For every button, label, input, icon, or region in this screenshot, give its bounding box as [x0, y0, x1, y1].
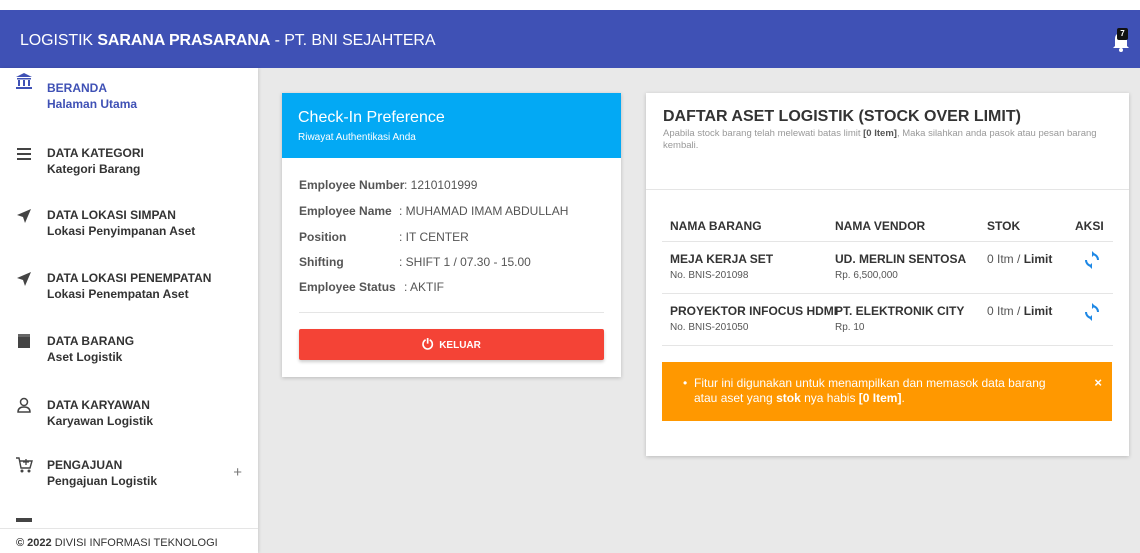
item-code: No. BNIS-201098: [670, 270, 749, 281]
position-row: Position: IT CENTER: [299, 230, 469, 244]
refresh-restock-button[interactable]: [1082, 302, 1102, 322]
column-header-aksi: AKSI: [1075, 219, 1104, 233]
sidebar-item-title: DATA LOKASI PENEMPATAN: [47, 271, 212, 285]
shifting-row: Shifting: SHIFT 1 / 07.30 - 15.00: [299, 255, 531, 269]
employee-number-row: Employee Number: 1210101999: [299, 178, 478, 192]
checkin-title: Check-In Preference: [298, 109, 445, 126]
sidebar-item-subtitle: Lokasi Penempatan Aset: [47, 287, 189, 301]
item-name: MEJA KERJA SET: [670, 252, 774, 266]
alert-text: Fitur ini digunakan untuk menampilkan da…: [694, 376, 1046, 405]
sidebar-footer: © 2022 DIVISI INFORMASI TEKNOLOGI: [0, 528, 258, 553]
logout-button[interactable]: ⏻ KELUAR: [299, 329, 604, 360]
employee-status-row: Employee Status: AKTIF: [299, 280, 445, 294]
sidebar-item-pengajuan[interactable]: PENGAJUAN Pengajuan Logistik +: [0, 446, 258, 504]
item-name: PROYEKTOR INFOCUS HDMI: [670, 304, 838, 318]
sidebar-item-subtitle: Kategori Barang: [47, 162, 141, 176]
sidebar-item-data-karyawan[interactable]: DATA KARYAWAN Karyawan Logistik: [0, 384, 258, 442]
send-icon: [15, 207, 33, 225]
table-row: MEJA KERJA SET No. BNIS-201098 UD. MERLI…: [662, 241, 1113, 293]
app-title: LOGISTIK SARANA PRASARANA - PT. BNI SEJA…: [20, 32, 436, 49]
alert-bullet: •: [683, 376, 688, 390]
checkin-preference-card: Check-In Preference Riwayat Authentikasi…: [282, 93, 621, 377]
sidebar-item-title: DATA KATEGORI: [47, 146, 144, 160]
sidebar-item-title: DATA LOKASI SIMPAN: [47, 208, 176, 222]
notification-bell-button[interactable]: 7: [1112, 28, 1130, 52]
column-header-nama-vendor[interactable]: NAMA VENDOR: [835, 219, 925, 233]
person-icon: [15, 396, 33, 414]
cart-icon: [15, 456, 33, 474]
sidebar-item-subtitle: Aset Logistik: [47, 350, 123, 364]
stock-quantity: 0 Itm / Limit: [987, 304, 1053, 318]
info-alert: • Fitur ini digunakan untuk menampilkan …: [662, 362, 1112, 421]
sidebar-item-data-lokasi-simpan[interactable]: DATA LOKASI SIMPAN Lokasi Penyimpanan As…: [0, 194, 258, 252]
sidebar-item-subtitle: Lokasi Penyimpanan Aset: [47, 224, 196, 238]
power-icon: ⏻: [422, 336, 434, 352]
sidebar-item-title: BERANDA: [47, 81, 107, 95]
sidebar-item-title: DATA KARYAWAN: [47, 398, 150, 412]
sidebar-item-title: DATA BARANG: [47, 334, 135, 348]
sidebar-item-beranda[interactable]: BERANDA Halaman Utama: [0, 68, 258, 126]
sidebar-item-data-kategori[interactable]: DATA KATEGORI Kategori Barang: [0, 132, 258, 190]
top-navbar: LOGISTIK SARANA PRASARANA - PT. BNI SEJA…: [0, 0, 1140, 68]
notification-count-badge: 7: [1117, 28, 1128, 40]
expand-plus-icon[interactable]: +: [233, 464, 242, 481]
employee-name-row: Employee Name: MUHAMAD IMAM ABDULLAH: [299, 204, 569, 218]
sidebar-item-data-barang[interactable]: DATA BARANG Aset Logistik: [0, 320, 258, 378]
bank-icon: [15, 72, 33, 90]
stock-over-limit-card: DAFTAR ASET LOGISTIK (STOCK OVER LIMIT) …: [646, 93, 1129, 456]
sidebar-item-subtitle: Pengajuan Logistik: [47, 474, 158, 488]
refresh-icon: [1085, 303, 1099, 321]
refresh-restock-button[interactable]: [1082, 250, 1102, 270]
sidebar-item-title: PENGAJUAN: [47, 458, 123, 472]
vendor-name: PT. ELEKTRONIK CITY: [835, 304, 965, 318]
sidebar-item-subtitle: Halaman Utama: [47, 97, 138, 111]
vendor-name: UD. MERLIN SENTOSA: [835, 252, 967, 266]
sidebar-item-partial: [16, 518, 32, 522]
sidebar-item-subtitle: Karyawan Logistik: [47, 414, 154, 428]
box-icon: [15, 332, 33, 350]
column-header-stok[interactable]: STOK: [987, 219, 1020, 233]
table-bottom-border: [662, 345, 1113, 346]
item-code: No. BNIS-201050: [670, 322, 749, 333]
checkin-card-header: Check-In Preference Riwayat Authentikasi…: [282, 93, 621, 158]
sidebar: BERANDA Halaman Utama DATA KATEGORI Kate…: [0, 68, 258, 553]
stock-card-description: Apabila stock barang telah melewati bata…: [663, 128, 1097, 151]
stock-card-title: DAFTAR ASET LOGISTIK (STOCK OVER LIMIT): [663, 108, 1021, 125]
checkin-subtitle: Riwayat Authentikasi Anda: [298, 132, 416, 143]
list-icon: [15, 145, 33, 163]
table-row: PROYEKTOR INFOCUS HDMI No. BNIS-201050 P…: [662, 293, 1113, 345]
column-header-nama-barang[interactable]: NAMA BARANG: [670, 219, 762, 233]
send-icon: [15, 270, 33, 288]
close-alert-button[interactable]: ×: [1094, 375, 1102, 390]
divider: [299, 312, 604, 313]
item-price: Rp. 6,500,000: [835, 270, 898, 281]
divider: [646, 189, 1129, 190]
stock-quantity: 0 Itm / Limit: [987, 252, 1053, 266]
refresh-icon: [1085, 251, 1099, 269]
item-price: Rp. 10: [835, 322, 865, 333]
sidebar-item-data-lokasi-penempatan[interactable]: DATA LOKASI PENEMPATAN Lokasi Penempatan…: [0, 257, 258, 315]
